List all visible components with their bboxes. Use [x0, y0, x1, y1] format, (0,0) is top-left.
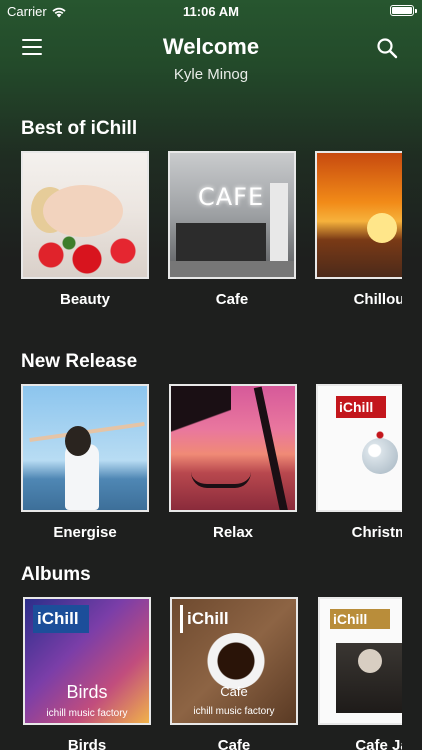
thumbnail-relax[interactable]: [169, 384, 297, 512]
card-label: Birds: [67, 737, 107, 750]
thumbnail-christmas[interactable]: iChill: [316, 384, 402, 512]
art-counter: [176, 223, 266, 263]
carousel-albums[interactable]: iChill Birds ichill music factory Birds …: [0, 597, 402, 750]
card-label: Beauty: [59, 291, 111, 308]
art-palm: [171, 386, 231, 510]
art-face: [43, 185, 123, 237]
carousel-new-release[interactable]: Energise Relax iChill Christm: [0, 384, 402, 554]
battery-fill: [392, 7, 412, 14]
search-icon[interactable]: [376, 37, 398, 59]
card-label: Cafe: [217, 737, 251, 750]
art-album-title: Cafe: [220, 684, 248, 699]
card-label: Chillou: [353, 291, 402, 308]
carousel-best-of-ichill[interactable]: Beauty CAFE Cafe Chillou: [0, 151, 402, 321]
art-head: [65, 426, 91, 456]
page-title: Welcome: [162, 34, 260, 59]
art-floor: [170, 261, 294, 277]
card-energise[interactable]: Energise: [21, 384, 149, 541]
card-birds[interactable]: iChill Birds ichill music factory Birds: [23, 597, 151, 750]
art-musician: [358, 649, 382, 673]
card-relax[interactable]: Relax: [169, 384, 297, 541]
card-chillout[interactable]: Chillou: [315, 151, 402, 308]
card-beauty[interactable]: Beauty: [21, 151, 149, 308]
art-trunk: [253, 386, 289, 510]
status-bar: Carrier 11:06 AM: [0, 0, 422, 22]
art-coffee-cup: [206, 633, 266, 689]
card-label: Energise: [53, 524, 117, 541]
art-album-subtitle: ichill music factory: [193, 706, 275, 717]
thumbnail-birds[interactable]: iChill Birds ichill music factory: [23, 597, 151, 725]
thumbnail-cafe[interactable]: CAFE: [168, 151, 296, 279]
art-cafe-sign: CAFE: [198, 183, 265, 211]
art-album-subtitle: ichill music factory: [46, 708, 128, 719]
art-ichill-logo: iChill: [33, 605, 89, 633]
card-label: Relax: [212, 524, 254, 541]
card-label: Cafe Ja: [355, 737, 402, 750]
art-door: [270, 183, 288, 263]
section-title-best-of-ichill: Best of iChill: [21, 118, 138, 139]
art-berries: [374, 430, 386, 440]
user-name: Kyle Minog: [173, 66, 249, 83]
battery-icon: [390, 5, 417, 16]
art-ichill-logo: iChill: [330, 609, 390, 629]
card-cafe-jazz[interactable]: iChill Cafe Ja: [318, 597, 402, 750]
art-hammock: [191, 472, 251, 488]
section-title-albums: Albums: [21, 564, 91, 585]
art-ichill-logo: iChill: [336, 396, 386, 418]
thumbnail-chillout[interactable]: [315, 151, 402, 279]
art-flowers: [27, 235, 147, 275]
art-sun: [367, 213, 397, 243]
thumbnail-cafe-jazz[interactable]: iChill: [318, 597, 402, 725]
thumbnail-energise[interactable]: [21, 384, 149, 512]
art-ornament: [362, 438, 398, 474]
card-christmas[interactable]: iChill Christm: [316, 384, 402, 541]
card-label: Christm: [351, 524, 402, 541]
section-title-new-release: New Release: [21, 351, 138, 372]
art-ichill-logo: iChill: [180, 605, 236, 633]
card-cafe-album[interactable]: iChill Cafe ichill music factory Cafe: [170, 597, 298, 750]
thumbnail-beauty[interactable]: [21, 151, 149, 279]
card-label: Cafe: [215, 291, 249, 308]
app-header: Welcome Kyle Minog: [0, 30, 422, 90]
status-time: 11:06 AM: [183, 4, 239, 19]
battery-nub: [415, 9, 417, 13]
art-album-title: Birds: [66, 682, 108, 702]
card-cafe[interactable]: CAFE Cafe: [168, 151, 296, 308]
thumbnail-cafe-album[interactable]: iChill Cafe ichill music factory: [170, 597, 298, 725]
